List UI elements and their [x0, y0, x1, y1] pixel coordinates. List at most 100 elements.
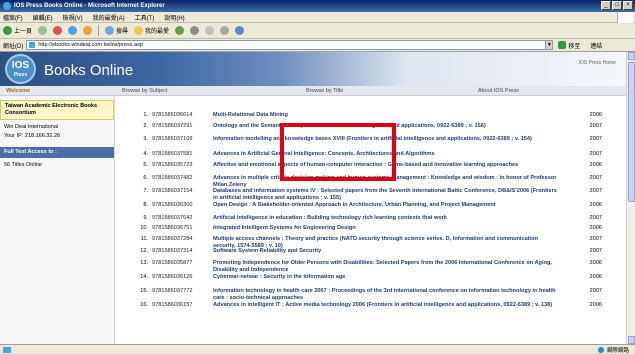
book-title-link[interactable]: Ontology and the Semantic Web (Frontiers… [213, 123, 561, 130]
sidebar: Taiwan Academic Electronic Books Consort… [0, 96, 115, 344]
book-number: 13. [140, 260, 148, 266]
book-isbn: 9781586037482 [152, 175, 193, 181]
refresh-icon [68, 26, 78, 35]
book-year: 2006 [589, 162, 602, 168]
windows-logo-icon [617, 12, 633, 23]
close-button[interactable]: × [623, 1, 633, 10]
book-number: 1. [143, 112, 148, 118]
book-year: 2007 [589, 236, 602, 242]
book-number: 5. [143, 162, 148, 168]
forward-arrow-icon [38, 26, 48, 35]
page-icon [29, 42, 36, 48]
book-isbn: 9781586037154 [152, 188, 193, 194]
maximize-button[interactable]: □ [612, 1, 622, 10]
book-year: 2006 [589, 260, 602, 266]
book-year: 2007 [589, 151, 602, 157]
book-title-link[interactable]: Information technology in health care 20… [213, 288, 561, 301]
media-button[interactable] [175, 26, 185, 35]
vertical-scrollbar[interactable] [626, 52, 635, 344]
book-isbn: 9781586036751 [152, 225, 193, 231]
book-isbn: 9781586037284 [152, 236, 193, 242]
book-title-link[interactable]: Advances in multiple criteria decision m… [213, 175, 561, 188]
search-button[interactable]: 搜尋 [105, 26, 128, 35]
book-isbn: 9781586036300 [152, 202, 193, 208]
scroll-down-arrow[interactable] [628, 336, 635, 344]
site-banner: IOS Press Books Online IOS Press Home [0, 52, 626, 86]
book-number: 8. [143, 202, 148, 208]
book-isbn: 9781586037291 [152, 123, 193, 129]
book-title-link[interactable]: Advances in Artificial General Intellige… [213, 151, 561, 158]
go-arrow-icon [558, 41, 567, 49]
links-button[interactable]: 連結 [590, 41, 602, 50]
book-number: 7. [143, 188, 148, 194]
book-year: 2007 [589, 248, 602, 254]
mail-icon [205, 26, 215, 35]
ios-press-home-link[interactable]: IOS Press Home [578, 60, 616, 66]
book-isbn: 9781586036614 [152, 112, 193, 118]
stop-button[interactable] [53, 26, 63, 35]
book-year: 2006 [589, 202, 602, 208]
book-title-link[interactable]: Databases and information systems IV : S… [213, 188, 561, 201]
address-label: 網址(D) [3, 43, 24, 50]
edit-button[interactable] [235, 26, 245, 35]
book-isbn: 9781586037642 [152, 215, 193, 221]
book-number: 12. [140, 248, 148, 254]
address-bar: 網址(D) http://ebooks.windeal.com.tw/ios/p… [0, 39, 635, 52]
history-button[interactable] [190, 26, 200, 35]
book-number: 2. [143, 123, 148, 129]
book-title-link[interactable]: Information modelling and knowledge base… [213, 136, 561, 143]
book-number: 9. [143, 215, 148, 221]
menu-help[interactable]: 說明(H) [164, 13, 184, 22]
menu-file[interactable]: 檔案(F) [3, 13, 23, 22]
scroll-up-arrow[interactable] [628, 52, 635, 60]
home-button[interactable] [83, 26, 93, 35]
page-status-icon [3, 346, 11, 353]
address-input[interactable]: http://ebooks.windeal.com.tw/ios/press.a… [26, 40, 547, 50]
book-title-link[interactable]: Advances in intelligent IT : Active medi… [213, 302, 561, 309]
menu-tools[interactable]: 工具(T) [135, 13, 155, 22]
book-title-link[interactable]: Integrated Intelligent Systems for Engin… [213, 225, 561, 232]
book-year: 2007 [589, 175, 602, 181]
window-controls: _ □ × [601, 1, 633, 10]
menu-edit[interactable]: 編輯(E) [33, 13, 53, 22]
back-button[interactable]: 上一頁 [3, 26, 32, 35]
book-title-link[interactable]: Software System Reliability and Security [213, 248, 561, 255]
address-dropdown[interactable]: ▼ [545, 40, 554, 50]
print-button[interactable] [220, 26, 230, 35]
globe-icon [597, 347, 604, 353]
minimize-button[interactable]: _ [601, 1, 611, 10]
nav-browse-title[interactable]: Browse by Title [306, 88, 343, 94]
book-year: 2007 [589, 215, 602, 221]
book-title-link[interactable]: Artificial intelligence in education : B… [213, 215, 561, 222]
menu-favorites[interactable]: 我的最愛(A) [93, 13, 125, 22]
book-title-link[interactable]: Open Design : A Stakeholder-oriented App… [213, 202, 561, 209]
favorites-button[interactable]: 我的最愛 [134, 26, 169, 35]
ie-icon [3, 2, 11, 10]
consortium-title: Taiwan Academic Electronic Books Consort… [0, 100, 114, 120]
mail-button[interactable] [205, 26, 215, 35]
menu-view[interactable]: 檢視(V) [63, 13, 83, 22]
book-isbn: 9781586037772 [152, 288, 193, 294]
star-icon [134, 26, 144, 35]
nav-about[interactable]: About IOS Press [478, 88, 519, 94]
book-title-link[interactable]: Affective and emotional aspects of human… [213, 162, 561, 169]
go-button[interactable]: 移至 [558, 41, 580, 50]
logo-text-bottom: Press [13, 72, 28, 78]
forward-button[interactable] [38, 26, 48, 35]
scroll-thumb[interactable] [628, 62, 635, 202]
favorites-label: 我的最愛 [145, 29, 170, 35]
history-icon [190, 26, 200, 35]
nav-welcome[interactable]: Welcome [6, 88, 30, 94]
menu-bar: 檔案(F) 編輯(E) 檢視(V) 我的最愛(A) 工具(T) 說明(H) [0, 12, 635, 23]
org-name: Win Deal International [4, 124, 59, 130]
book-title-link[interactable]: Promoting Independence for Older Persons… [213, 260, 561, 273]
window-titlebar: IOS Press Books Online - Microsoft Inter… [0, 0, 635, 12]
ios-press-logo[interactable]: IOS Press [5, 54, 36, 84]
nav-browse-subject[interactable]: Browse by Subject [122, 88, 168, 94]
search-icon [105, 26, 115, 35]
refresh-button[interactable] [68, 26, 78, 35]
book-title-link[interactable]: Multi-Relational Data Mining [213, 112, 561, 119]
book-number: 15. [140, 288, 148, 294]
book-title-link[interactable]: Cyberwar-netwar : Security in the inform… [213, 274, 561, 281]
book-number: 3. [143, 136, 148, 142]
